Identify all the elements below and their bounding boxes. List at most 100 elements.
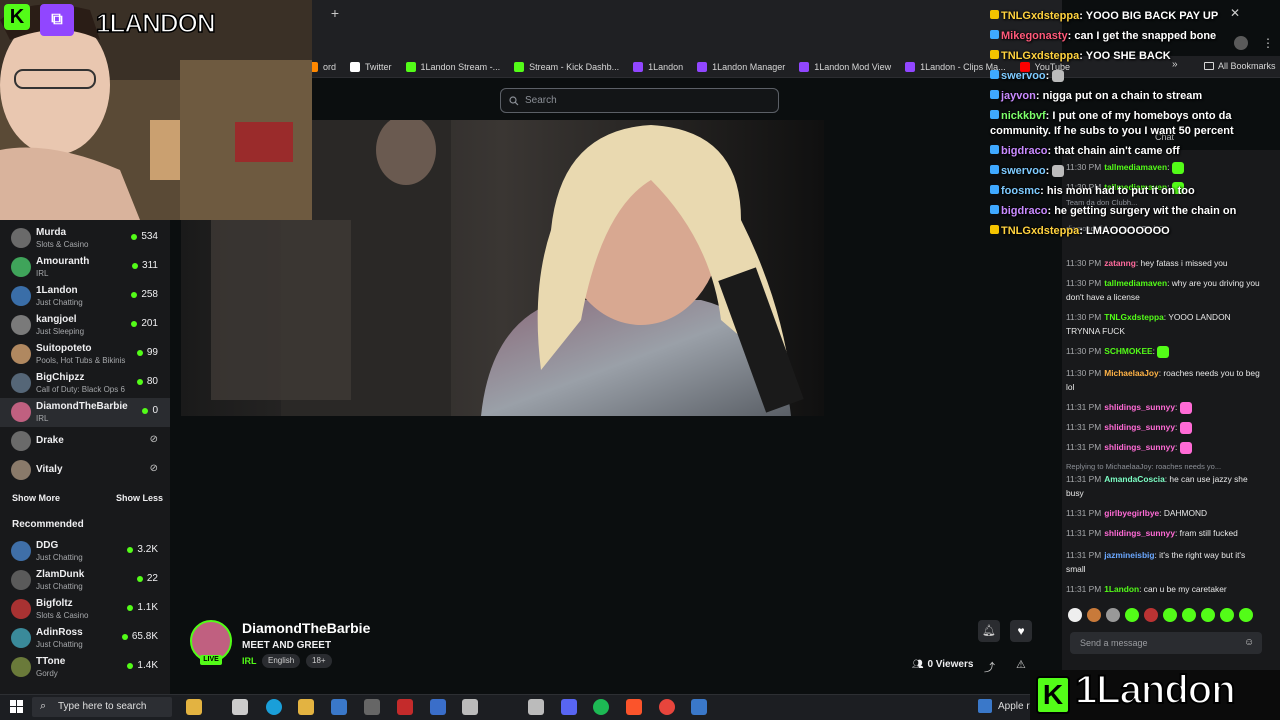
emote-icon	[1157, 345, 1170, 358]
emote-icon[interactable]	[1144, 608, 1158, 622]
overlay-chat-message: TNLGxdsteppa: YOO SHE BACK	[990, 50, 1171, 62]
chat-username[interactable]: MichaelaaJoy	[1104, 368, 1158, 378]
file-explorer-icon[interactable]	[298, 699, 314, 715]
close-window-icon[interactable]: ✕	[1230, 6, 1240, 20]
sidebar-channel[interactable]: kangjoel Just Sleeping 201	[0, 311, 170, 340]
sidebar-channel[interactable]: Vitaly ⊘	[0, 456, 170, 485]
notification-bell-button[interactable]: 🔔︎	[978, 620, 1000, 642]
chat-username[interactable]: girlbyegirlbye	[1104, 508, 1159, 518]
spotify-icon[interactable]	[593, 699, 609, 715]
screen: + ✕ ⋮ ord Twitter 1Landon Stream -... Strea…	[0, 0, 1280, 720]
emote-icon[interactable]	[1087, 608, 1101, 622]
chat-colon: :	[1174, 422, 1180, 432]
browser-menu-icon[interactable]: ⋮	[1262, 36, 1274, 50]
live-dot-icon	[127, 662, 134, 669]
bookmark-item[interactable]: 1Landon Stream -...	[405, 61, 500, 72]
bookmarks-overflow-icon[interactable]: »	[1172, 59, 1178, 70]
emote-icon[interactable]	[1220, 608, 1234, 622]
chat-username[interactable]: jazmineisbig	[1104, 550, 1154, 560]
chat-username[interactable]: 1Landon	[1104, 584, 1139, 594]
calculator-icon[interactable]	[364, 699, 380, 715]
settings-icon[interactable]	[462, 699, 478, 715]
show-less-button[interactable]: Show Less	[116, 493, 163, 503]
brave-icon[interactable]	[626, 699, 642, 715]
chat-timestamp: 11:31 PM	[1066, 474, 1102, 484]
chat-message-input[interactable]: Send a message	[1070, 632, 1262, 654]
edge-icon[interactable]	[266, 699, 282, 715]
sidebar-recommended-channel[interactable]: AdinRoss Just Chatting 65.8K	[0, 624, 170, 653]
bookmark-item[interactable]: 1Landon Mod View	[799, 61, 891, 72]
chat-username[interactable]: shlidings_sunnyy	[1104, 422, 1175, 432]
bookmark-item[interactable]: 1Landon Manager	[697, 61, 785, 72]
bookmark-favicon-icon	[405, 61, 416, 72]
profile-avatar[interactable]	[1234, 36, 1248, 50]
tag-age[interactable]: 18+	[306, 654, 332, 668]
search-bar[interactable]: Search	[500, 88, 779, 113]
chat-username[interactable]: tallmediamaven	[1104, 278, 1167, 288]
sidebar-recommended-channel[interactable]: ZlamDunk Just Chatting 22	[0, 566, 170, 595]
channel-name[interactable]: DiamondTheBarbie	[242, 620, 370, 636]
app-blue-icon[interactable]	[430, 699, 446, 715]
chat-timestamp: 11:31 PM	[1066, 442, 1102, 452]
sidebar-channel[interactable]: Amouranth IRL 311	[0, 253, 170, 282]
emote-icon[interactable]	[1125, 608, 1139, 622]
app-red-icon[interactable]	[397, 699, 413, 715]
chat-username[interactable]: shlidings_sunnyy	[1104, 402, 1175, 412]
search-input[interactable]: Search	[525, 95, 557, 106]
chat-username[interactable]: shlidings_sunnyy	[1104, 528, 1175, 538]
chat-username[interactable]: shlidings_sunnyy	[1104, 442, 1175, 452]
copilot-icon[interactable]	[186, 699, 202, 715]
windows-start-icon[interactable]	[10, 700, 23, 713]
emote-icon[interactable]	[1163, 608, 1177, 622]
report-icon[interactable]: ⚠	[1016, 658, 1026, 671]
channel-name: Murda	[36, 227, 66, 238]
all-bookmarks-button[interactable]: All Bookmarks	[1204, 61, 1276, 71]
app-gear-icon[interactable]	[528, 699, 544, 715]
store-icon[interactable]	[331, 699, 347, 715]
app-window-icon[interactable]	[691, 699, 707, 715]
sidebar-channel[interactable]: Drake ⊘	[0, 427, 170, 456]
task-view-icon[interactable]	[232, 699, 248, 715]
share-icon[interactable]: ⤴	[984, 659, 995, 675]
sidebar-channel[interactable]: 1Landon Just Chatting 258	[0, 282, 170, 311]
emote-icon[interactable]	[1106, 608, 1120, 622]
emoji-picker-icon[interactable]: ☺	[1244, 637, 1254, 648]
sidebar-channel[interactable]: DiamondTheBarbie IRL 0	[0, 398, 170, 427]
chat-username[interactable]: AmandaCoscia	[1104, 474, 1165, 484]
sidebar-channel[interactable]: Murda Slots & Casino 534	[0, 224, 170, 253]
new-tab-icon[interactable]: +	[326, 4, 344, 22]
offline-icon: ⊘	[149, 463, 158, 474]
show-more-button[interactable]: Show More	[12, 493, 60, 503]
bookmark-item[interactable]: Twitter	[350, 61, 392, 72]
sidebar-recommended-channel[interactable]: TTone Gordy 1.4K	[0, 653, 170, 682]
emote-icon[interactable]	[1239, 608, 1253, 622]
chat-message: 11:30 PM tallmediamaven: why are you driv…	[1066, 276, 1266, 304]
tag-language[interactable]: English	[262, 654, 301, 668]
chat-username[interactable]: tallmediamaven	[1104, 162, 1167, 172]
emote-icon[interactable]	[1182, 608, 1196, 622]
discord-icon[interactable]	[561, 699, 577, 715]
bookmark-favicon-icon	[697, 61, 708, 72]
taskbar-search-input[interactable]: Type here to search	[32, 697, 172, 717]
bookmark-item[interactable]: 1Landon	[633, 61, 683, 72]
chat-username[interactable]: TNLGxdsteppa	[1104, 312, 1164, 322]
emote-icon[interactable]	[1201, 608, 1215, 622]
emote-icon[interactable]	[1068, 608, 1082, 622]
sidebar-recommended-channel[interactable]: DDG Just Chatting 3.2K	[0, 537, 170, 566]
stream-category[interactable]: IRL	[242, 656, 257, 666]
folder-icon	[1204, 62, 1214, 70]
channel-category: Call of Duty: Black Ops 6	[36, 385, 125, 394]
chat-badge-icon	[990, 90, 999, 99]
chrome-icon[interactable]	[659, 699, 675, 715]
sidebar-channel[interactable]: BigChipzz Call of Duty: Black Ops 6 80	[0, 369, 170, 398]
follow-heart-button[interactable]: ♥	[1010, 620, 1032, 642]
sidebar-channel[interactable]: Suitopoteto Pools, Hot Tubs & Bikinis 99	[0, 340, 170, 369]
channel-avatar-icon	[11, 373, 31, 393]
notification-app-icon[interactable]	[978, 699, 992, 713]
sidebar-recommended-channel[interactable]: Bigfoltz Slots & Casino 1.1K	[0, 595, 170, 624]
chat-username[interactable]: SCHMOKEE	[1104, 346, 1152, 356]
bookmark-item[interactable]: Stream - Kick Dashb...	[514, 61, 620, 72]
bookmark-item[interactable]: ord	[308, 61, 336, 72]
chat-username[interactable]: zatanng	[1104, 258, 1136, 268]
bookmark-label: Stream - Kick Dashb...	[529, 61, 620, 72]
